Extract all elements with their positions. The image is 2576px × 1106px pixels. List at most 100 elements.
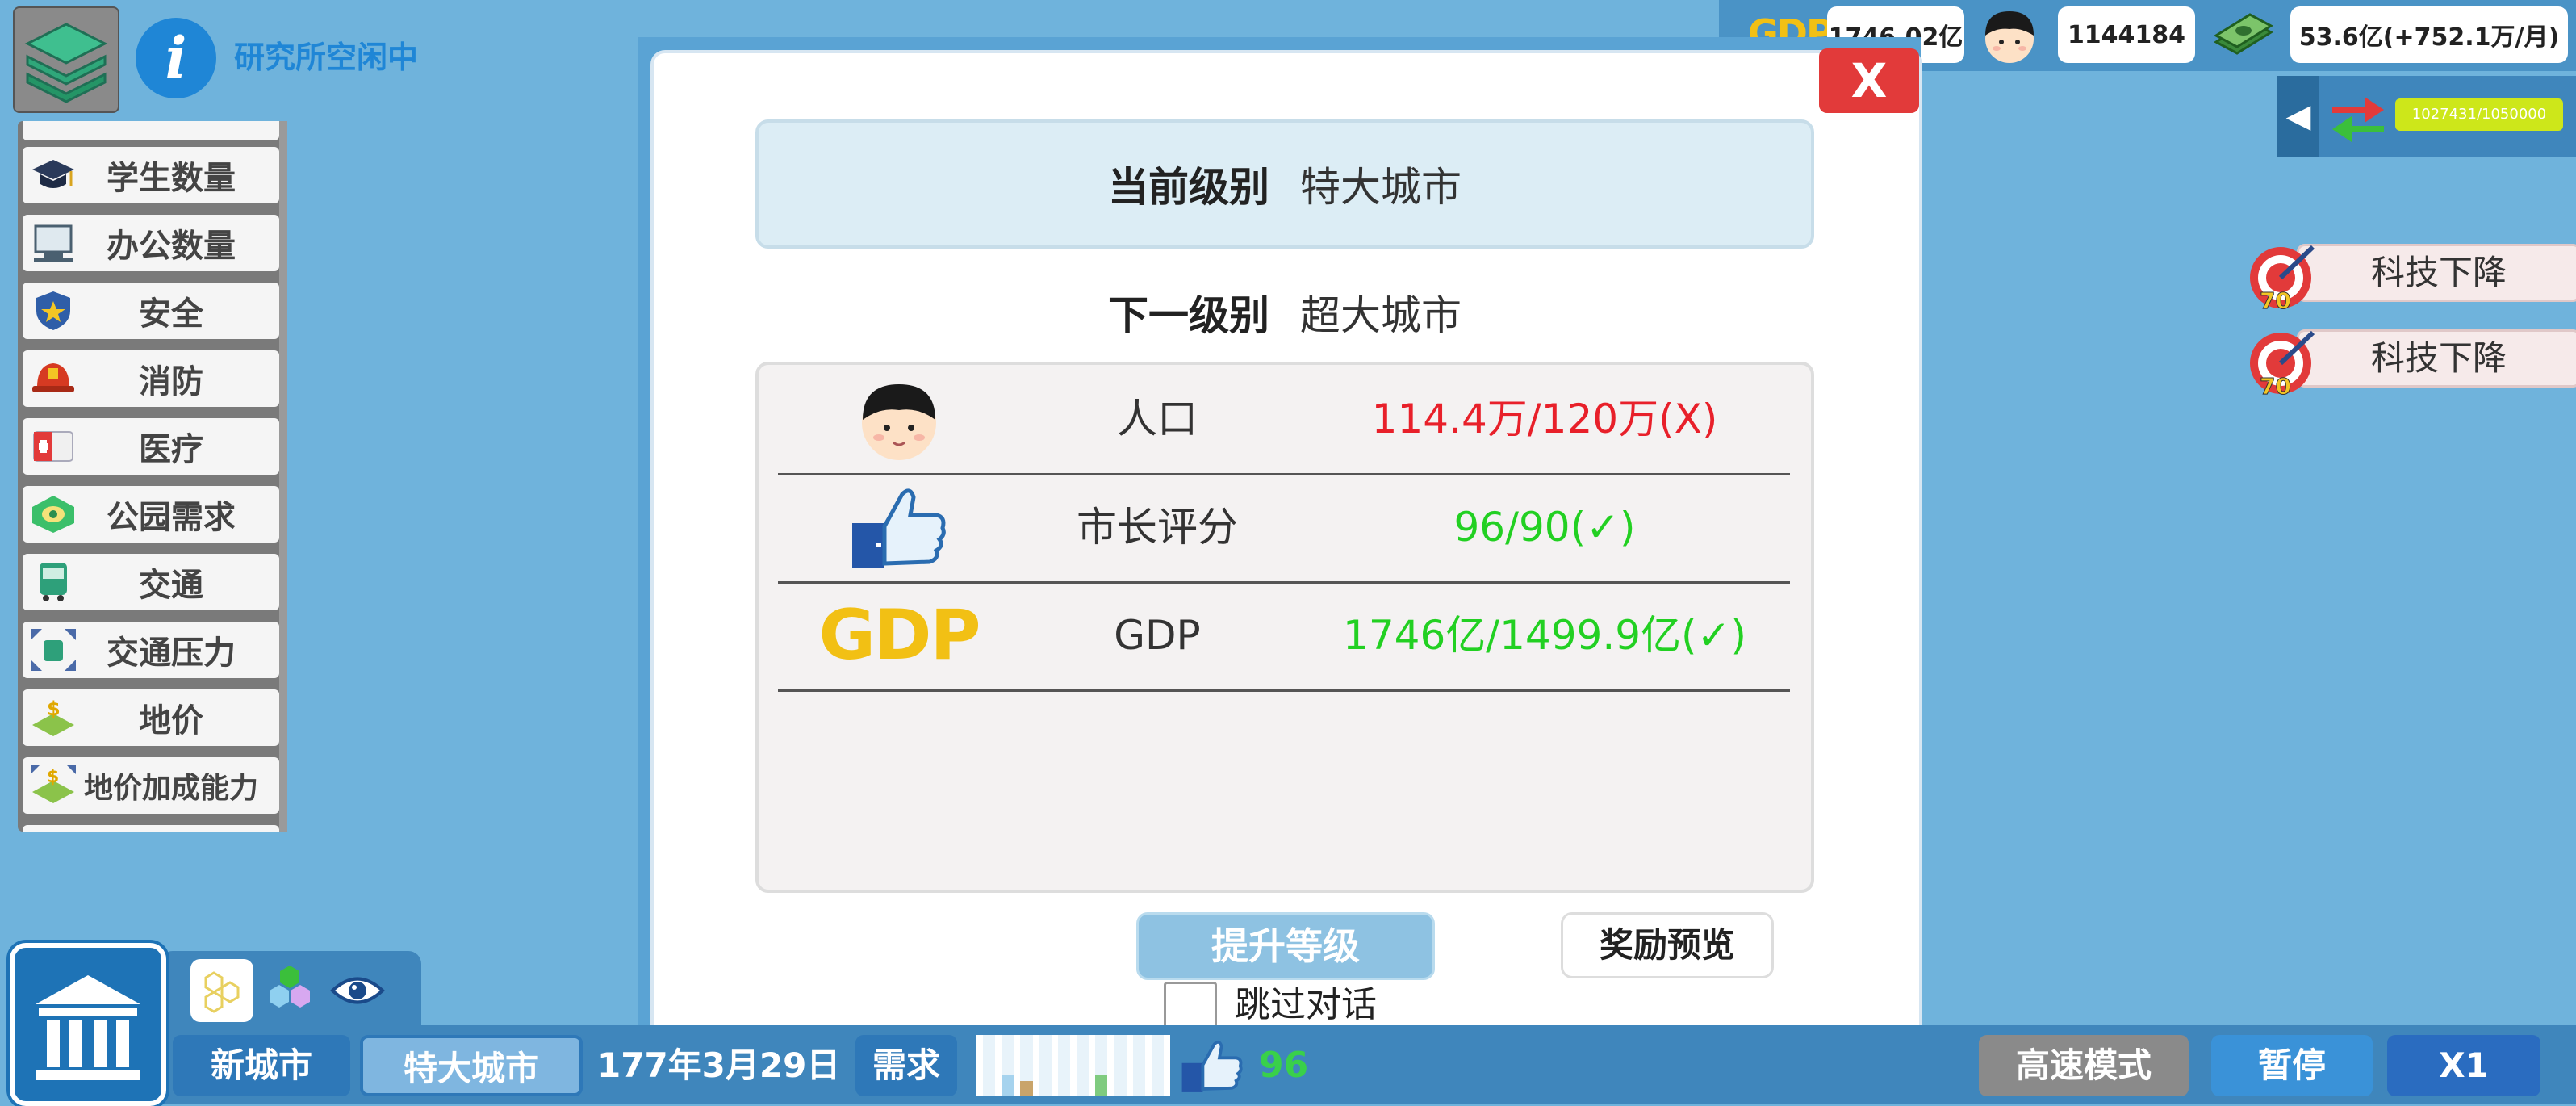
filter-item-safety[interactable]: 安全 bbox=[23, 283, 279, 339]
layers-button[interactable] bbox=[13, 6, 119, 113]
filter-item-land-price[interactable]: $ 地价 bbox=[23, 689, 279, 746]
filter-item-fire[interactable]: 消防 bbox=[23, 350, 279, 407]
demand-bar bbox=[1039, 1035, 1052, 1096]
upgrade-level-button[interactable]: 提升等级 bbox=[1136, 912, 1435, 980]
requirement-name: 市长评分 bbox=[1077, 504, 1238, 551]
next-level-key: 下一级别 bbox=[1108, 292, 1269, 339]
filter-label: 交通 bbox=[139, 567, 203, 604]
requirement-row: 人口 114.4万/120万(X) bbox=[778, 365, 1790, 475]
bus-icon bbox=[27, 559, 79, 605]
hexagon-grid-icon[interactable] bbox=[190, 959, 253, 1022]
eye-icon[interactable] bbox=[326, 959, 389, 1022]
speed-button[interactable]: X1 bbox=[2387, 1035, 2540, 1096]
new-city-button[interactable]: 新城市 bbox=[173, 1035, 350, 1096]
zones-icon[interactable] bbox=[258, 959, 321, 1022]
demand-chart[interactable] bbox=[976, 1035, 1170, 1096]
target-icon: 70 bbox=[2248, 241, 2315, 315]
filter-label: 办公数量 bbox=[107, 228, 236, 265]
next-level-value: 超大城市 bbox=[1300, 292, 1462, 339]
trade-progress-bar: 1027431/1050000 bbox=[2395, 98, 2563, 131]
tech-notice[interactable]: 科技下降 70 bbox=[2248, 241, 2576, 315]
svg-text:$: $ bbox=[47, 698, 61, 720]
close-button[interactable]: X bbox=[1819, 48, 1919, 113]
requirement-value: 96/90(✓) bbox=[1453, 504, 1636, 551]
thumbs-up-icon bbox=[1180, 1037, 1244, 1095]
requirement-name: GDP bbox=[1114, 612, 1201, 659]
computer-icon bbox=[27, 220, 79, 266]
filter-label: 地价 bbox=[139, 702, 203, 739]
fast-mode-button[interactable]: 高速模式 bbox=[1979, 1035, 2189, 1096]
research-status[interactable]: 研究所空闲中 bbox=[234, 32, 418, 77]
next-level-row: 下一级别 超大城市 bbox=[755, 278, 1814, 347]
requirement-value: 1746亿/1499.9亿(✓) bbox=[1343, 612, 1746, 659]
money-icon bbox=[2211, 6, 2274, 66]
requirements-table: 人口 114.4万/120万(X) 市长评分 96/90(✓) GDP GDP … bbox=[755, 362, 1814, 893]
filter-scrollbar[interactable] bbox=[279, 121, 287, 832]
land-price-icon: $ bbox=[27, 695, 79, 740]
city-level-button[interactable]: 特大城市 bbox=[360, 1035, 583, 1096]
filter-item-partial[interactable] bbox=[23, 121, 279, 140]
city-hall-icon bbox=[36, 975, 140, 1080]
fire-helmet-icon bbox=[27, 356, 79, 401]
requirement-row: 市长评分 96/90(✓) bbox=[778, 473, 1790, 584]
layers-icon bbox=[24, 23, 108, 103]
reward-preview-button[interactable]: 奖励预览 bbox=[1561, 912, 1774, 978]
demand-bar bbox=[1151, 1035, 1165, 1096]
city-hall-button[interactable] bbox=[10, 943, 166, 1106]
filter-label: 消防 bbox=[139, 363, 203, 400]
skip-dialog-label[interactable]: 跳过对话 bbox=[1235, 980, 1377, 1030]
filter-item-park[interactable]: 公园需求 bbox=[23, 486, 279, 543]
thumbs-up-icon bbox=[843, 481, 956, 573]
tech-notice[interactable]: 科技下降 70 bbox=[2248, 326, 2576, 400]
filter-item-offices[interactable]: 办公数量 bbox=[23, 215, 279, 271]
requirement-name: 人口 bbox=[1117, 396, 1198, 442]
filter-label: 公园需求 bbox=[107, 499, 236, 536]
land-bonus-icon: $ bbox=[27, 763, 79, 808]
target-icon: 70 bbox=[2248, 326, 2315, 400]
tech-notice-badge: 70 bbox=[2260, 373, 2291, 399]
trade-swap-icon[interactable] bbox=[2329, 90, 2387, 142]
requirement-value: 114.4万/120万(X) bbox=[1371, 396, 1718, 442]
filter-label: 地价加成能力 bbox=[83, 772, 258, 805]
tech-notice-badge: 70 bbox=[2260, 287, 2291, 313]
overlay-filter-list: 学生数量 办公数量 安全 消防 医疗 公园需求 交通 交通压力 $ 地价 $ 地… bbox=[18, 121, 287, 832]
medical-kit-icon bbox=[27, 424, 79, 469]
filter-label: 学生数量 bbox=[107, 160, 236, 197]
demand-bar bbox=[1132, 1035, 1145, 1096]
filter-item-land-bonus[interactable]: $ 地价加成能力 bbox=[23, 757, 279, 814]
gdp-logo-icon: GDP bbox=[819, 589, 981, 681]
demand-button[interactable]: 需求 bbox=[855, 1035, 957, 1096]
filter-label: 医疗 bbox=[139, 431, 203, 468]
tech-notice-label: 科技下降 bbox=[2297, 329, 2576, 388]
filter-item-partial[interactable] bbox=[23, 825, 279, 832]
filter-item-students[interactable]: 学生数量 bbox=[23, 147, 279, 203]
gdp-logo-text: GDP bbox=[818, 595, 981, 676]
collapse-arrow-icon[interactable]: ◀ bbox=[2277, 76, 2319, 157]
demand-bar bbox=[1057, 1035, 1071, 1096]
police-badge-icon bbox=[27, 288, 79, 333]
traffic-pressure-icon bbox=[27, 627, 79, 672]
demand-bar bbox=[1020, 1035, 1033, 1096]
demand-bar bbox=[1077, 1035, 1089, 1096]
demand-bar-fill bbox=[1020, 1081, 1033, 1096]
population-icon bbox=[1979, 5, 2040, 66]
filter-item-traffic[interactable]: 交通 bbox=[23, 554, 279, 610]
info-icon[interactable]: i bbox=[136, 18, 216, 98]
graduation-cap-icon bbox=[27, 153, 79, 198]
mode-tabs bbox=[160, 951, 421, 1027]
current-level-key: 当前级别 bbox=[1108, 164, 1269, 211]
population-face-icon bbox=[843, 373, 956, 465]
filter-item-traffic-pressure[interactable]: 交通压力 bbox=[23, 622, 279, 678]
filter-item-medical[interactable]: 医疗 bbox=[23, 418, 279, 475]
demand-bar bbox=[983, 1035, 996, 1096]
filter-label: 安全 bbox=[139, 295, 203, 333]
population-value: 1144184 bbox=[2058, 6, 2195, 63]
demand-bar-fill bbox=[1002, 1075, 1014, 1096]
pause-button[interactable]: 暂停 bbox=[2211, 1035, 2373, 1096]
demand-bar-fill bbox=[1095, 1075, 1108, 1096]
demand-bar bbox=[1002, 1035, 1014, 1096]
park-icon bbox=[27, 492, 79, 537]
filter-label: 交通压力 bbox=[107, 635, 236, 672]
demand-bar bbox=[1114, 1035, 1127, 1096]
trade-panel: ◀ 1027431/1050000 bbox=[2277, 76, 2576, 157]
